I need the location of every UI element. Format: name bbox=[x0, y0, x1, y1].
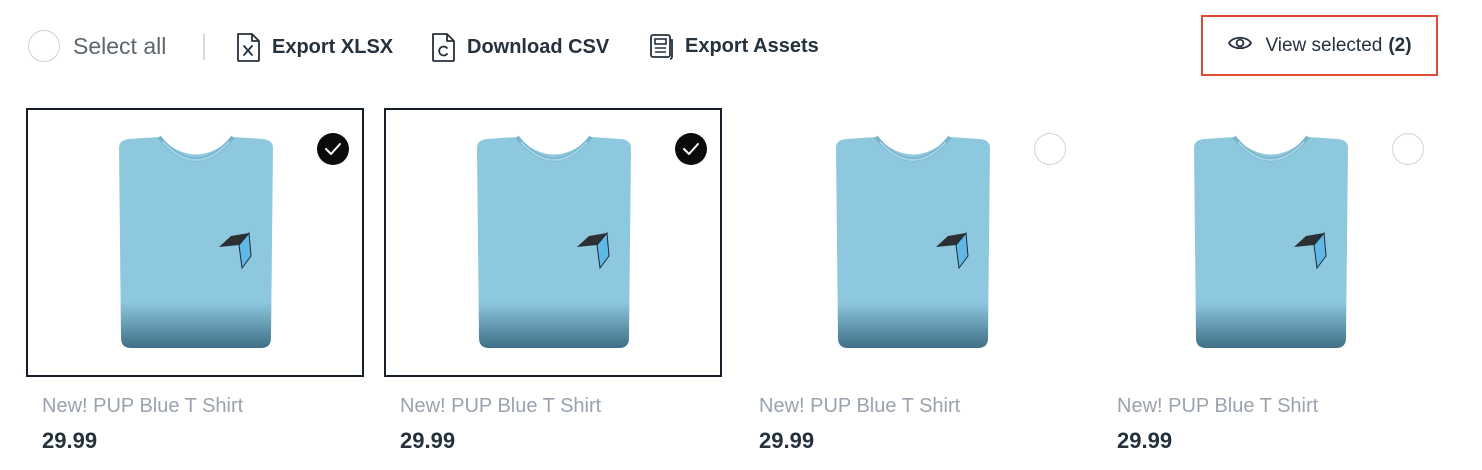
product-price: 29.99 bbox=[759, 428, 815, 453]
product-image-frame[interactable] bbox=[384, 108, 722, 377]
view-selected-count: (2) bbox=[1388, 34, 1412, 56]
select-all-checkbox[interactable] bbox=[28, 30, 60, 62]
download-csv-label: Download CSV bbox=[467, 35, 610, 58]
product-checkbox[interactable] bbox=[1034, 133, 1066, 165]
product-price: 29.99 bbox=[400, 428, 456, 453]
product-card[interactable]: New! PUP Blue T Shirt 29.99 bbox=[1101, 108, 1439, 454]
product-card[interactable]: New! PUP Blue T Shirt 29.99 bbox=[384, 108, 722, 454]
product-name[interactable]: New! PUP Blue T Shirt bbox=[400, 395, 722, 418]
export-xlsx-button[interactable]: Export XLSX bbox=[236, 31, 393, 63]
select-all-toggle[interactable]: Select all bbox=[28, 30, 166, 62]
checkmark-icon bbox=[683, 143, 699, 155]
product-card[interactable]: New! PUP Blue T Shirt 29.99 bbox=[26, 108, 364, 454]
toolbar: Select all Export XLSX Download CSV Expo… bbox=[0, 0, 1482, 95]
eye-icon bbox=[1227, 34, 1253, 57]
product-checkbox[interactable] bbox=[1392, 133, 1424, 165]
product-price: 29.99 bbox=[1117, 428, 1173, 453]
product-checkbox-checked[interactable] bbox=[317, 133, 349, 165]
product-name[interactable]: New! PUP Blue T Shirt bbox=[1117, 395, 1439, 418]
export-assets-button[interactable]: Export Assets bbox=[649, 31, 819, 61]
product-image-frame[interactable] bbox=[26, 108, 364, 377]
t-shirt-image bbox=[477, 135, 631, 348]
download-csv-button[interactable]: Download CSV bbox=[431, 31, 609, 63]
t-shirt-image bbox=[119, 135, 273, 348]
product-image-frame[interactable] bbox=[1101, 108, 1439, 377]
select-all-label: Select all bbox=[73, 32, 167, 59]
toolbar-divider bbox=[203, 34, 205, 60]
t-shirt-image bbox=[836, 135, 990, 348]
product-price: 29.99 bbox=[42, 428, 98, 453]
product-name[interactable]: New! PUP Blue T Shirt bbox=[42, 395, 364, 418]
t-shirt-image bbox=[1194, 135, 1348, 348]
view-selected-button[interactable]: View selected (2) bbox=[1201, 15, 1438, 76]
document-icon bbox=[649, 31, 675, 61]
file-x-icon bbox=[236, 31, 262, 63]
product-card[interactable]: New! PUP Blue T Shirt 29.99 bbox=[743, 108, 1081, 454]
product-image-frame[interactable] bbox=[743, 108, 1081, 377]
export-xlsx-label: Export XLSX bbox=[272, 35, 394, 58]
checkmark-icon bbox=[325, 143, 341, 155]
file-c-icon bbox=[431, 31, 457, 63]
product-checkbox-checked[interactable] bbox=[675, 133, 707, 165]
product-name[interactable]: New! PUP Blue T Shirt bbox=[759, 395, 1081, 418]
view-selected-label: View selected bbox=[1265, 34, 1383, 56]
export-assets-label: Export Assets bbox=[685, 34, 819, 57]
